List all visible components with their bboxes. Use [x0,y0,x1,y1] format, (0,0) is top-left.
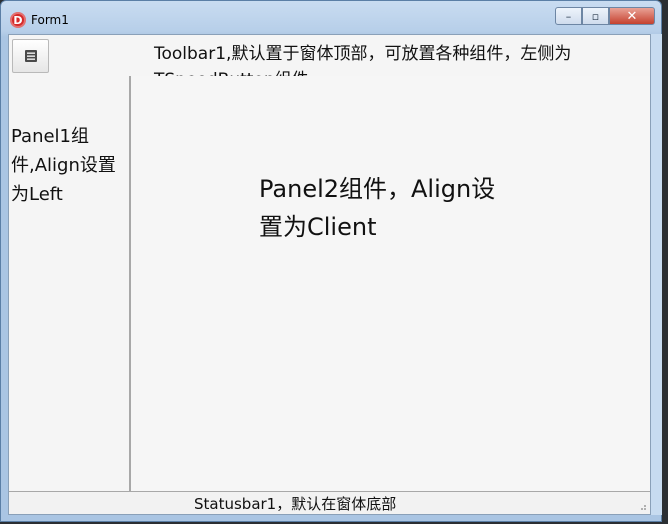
panel2-label: Panel2组件，Align设置为Client [259,175,496,241]
close-icon: ✕ [626,8,638,24]
app-icon[interactable]: D [10,12,26,28]
list-icon [24,50,37,62]
panel2: Panel2组件，Align设置为Client [131,76,650,493]
window-border-right [651,34,662,515]
minimize-button[interactable]: – [555,7,582,25]
close-button[interactable]: ✕ [609,7,655,25]
title-bar[interactable]: D Form1 – ▫ ✕ [1,1,661,33]
maximize-icon: ▫ [591,9,600,23]
toolbar: Toolbar1,默认置于窗体顶部，可放置各种组件，左侧为TSpeedButto… [9,35,650,90]
panel1: Panel1组件,Align设置为Left [9,76,131,493]
client-area: Toolbar1,默认置于窗体顶部，可放置各种组件，左侧为TSpeedButto… [8,34,651,515]
statusbar-label: Statusbar1，默认在窗体底部 [194,495,397,513]
status-bar: Statusbar1，默认在窗体底部 [9,491,650,514]
maximize-button[interactable]: ▫ [582,7,609,25]
speed-button[interactable] [12,39,49,73]
panel1-label: Panel1组件,Align设置为Left [11,126,116,205]
minimize-icon: – [565,9,572,23]
window-title: Form1 [31,13,69,27]
size-grip-icon[interactable] [637,501,647,511]
caption-buttons: – ▫ ✕ [555,7,655,25]
